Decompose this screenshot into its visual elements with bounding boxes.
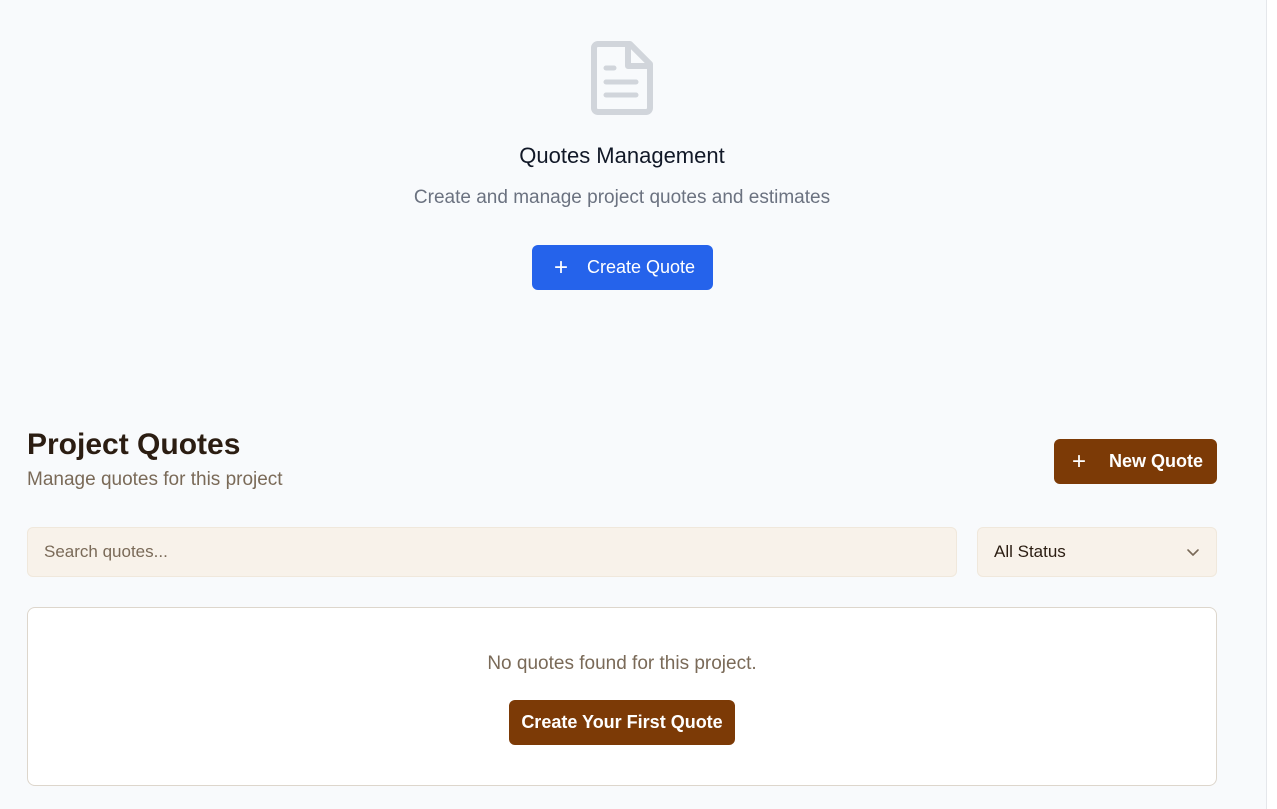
empty-state-message: No quotes found for this project.: [487, 653, 757, 674]
hero-subtitle: Create and manage project quotes and est…: [413, 187, 831, 208]
plus-icon: +: [553, 253, 568, 281]
create-quote-label: Create Quote: [587, 257, 696, 277]
page-title: Project Quotes: [27, 428, 241, 461]
scrollbar[interactable]: [1266, 0, 1277, 809]
empty-state-card: No quotes found for this project. Create…: [27, 607, 1217, 786]
hero-title: Quotes Management: [519, 143, 725, 168]
chevron-down-icon: [1187, 549, 1199, 556]
create-quote-button[interactable]: + Create Quote: [532, 245, 713, 290]
page-subtitle: Manage quotes for this project: [27, 469, 283, 490]
create-first-quote-label: Create Your First Quote: [521, 712, 723, 732]
document-icon: [591, 41, 653, 115]
create-first-quote-button[interactable]: Create Your First Quote: [509, 700, 735, 745]
new-quote-label: New Quote: [1109, 451, 1204, 471]
search-input[interactable]: [27, 527, 957, 577]
new-quote-button[interactable]: + New Quote: [1054, 439, 1217, 484]
plus-icon: +: [1071, 447, 1086, 475]
status-filter-select[interactable]: All Status: [977, 527, 1217, 577]
status-filter-value: All Status: [994, 542, 1066, 561]
